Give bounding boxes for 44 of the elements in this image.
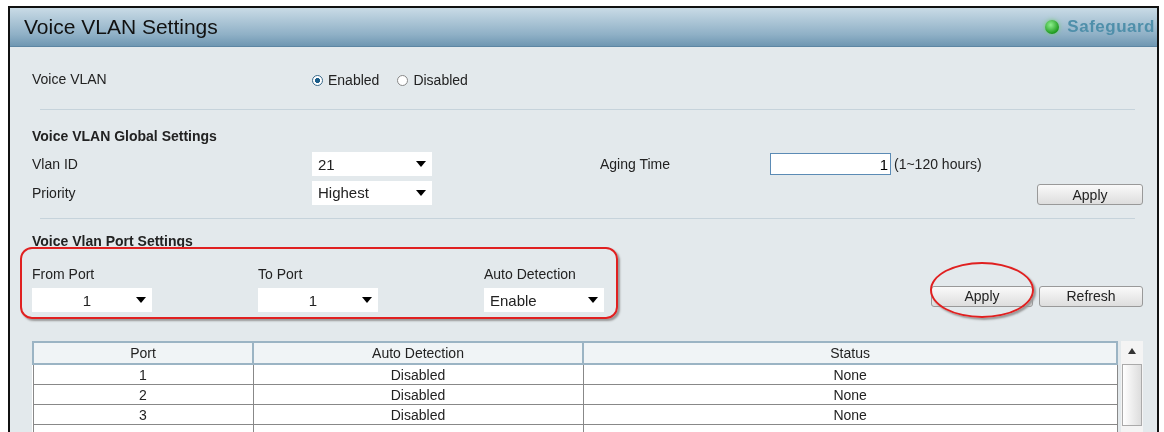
field-label: To Port [258,266,304,282]
field-label: Voice VLAN [32,71,108,87]
refresh-button[interactable]: Refresh [1039,285,1143,307]
column-header: Port [33,342,253,364]
dropdown[interactable]: Enable [484,288,604,312]
range-hint: (1~120 hours) [894,156,982,172]
table-cell: Disabled [253,364,583,385]
column-header: Status [583,342,1118,364]
radio-label[interactable]: Disabled [413,72,468,88]
field-label: Vlan ID [32,156,79,172]
dropdown-caret-icon [416,189,426,196]
dropdown-caret-icon [588,297,598,303]
table-cell: Disabled [253,384,583,405]
table-cell: 2 [33,384,253,405]
field-label: Aging Time [600,156,672,172]
radio-button[interactable] [312,74,323,86]
table-cell: 1 [33,364,253,385]
radio-button[interactable] [397,74,409,86]
dropdown[interactable]: 1 [258,288,378,312]
table-cell: 3 [33,404,253,425]
dropdown-caret-icon [136,297,146,303]
dropdown[interactable]: Highest [312,180,432,205]
input-field[interactable]: 1 [770,153,891,175]
dropdown-caret-icon [416,161,426,167]
field-label: Auto Detection [484,266,577,282]
apply-button[interactable]: Apply [1037,184,1143,205]
apply-button[interactable]: Apply [931,285,1033,307]
section-heading: Voice Vlan Port Settings [32,233,194,249]
dropdown[interactable]: 21 [312,152,432,176]
page-title: Voice VLAN Settings [24,15,218,39]
safeguard-label: Safeguard [1067,17,1155,37]
dropdown-caret-icon [362,297,372,303]
section-heading: Voice VLAN Global Settings [32,128,218,144]
dropdown[interactable]: 1 [32,288,152,312]
column-header: Auto Detection [253,342,583,364]
table-cell: None [583,404,1118,425]
scroll-up-icon[interactable] [1128,348,1137,354]
radio-label[interactable]: Enabled [328,72,380,88]
table-cell: None [583,384,1118,405]
field-label: From Port [32,266,96,282]
table-cell: Disabled [253,404,583,425]
table-cell: None [583,364,1118,385]
scrollbar[interactable] [1121,341,1143,432]
field-label: Priority [32,184,77,201]
